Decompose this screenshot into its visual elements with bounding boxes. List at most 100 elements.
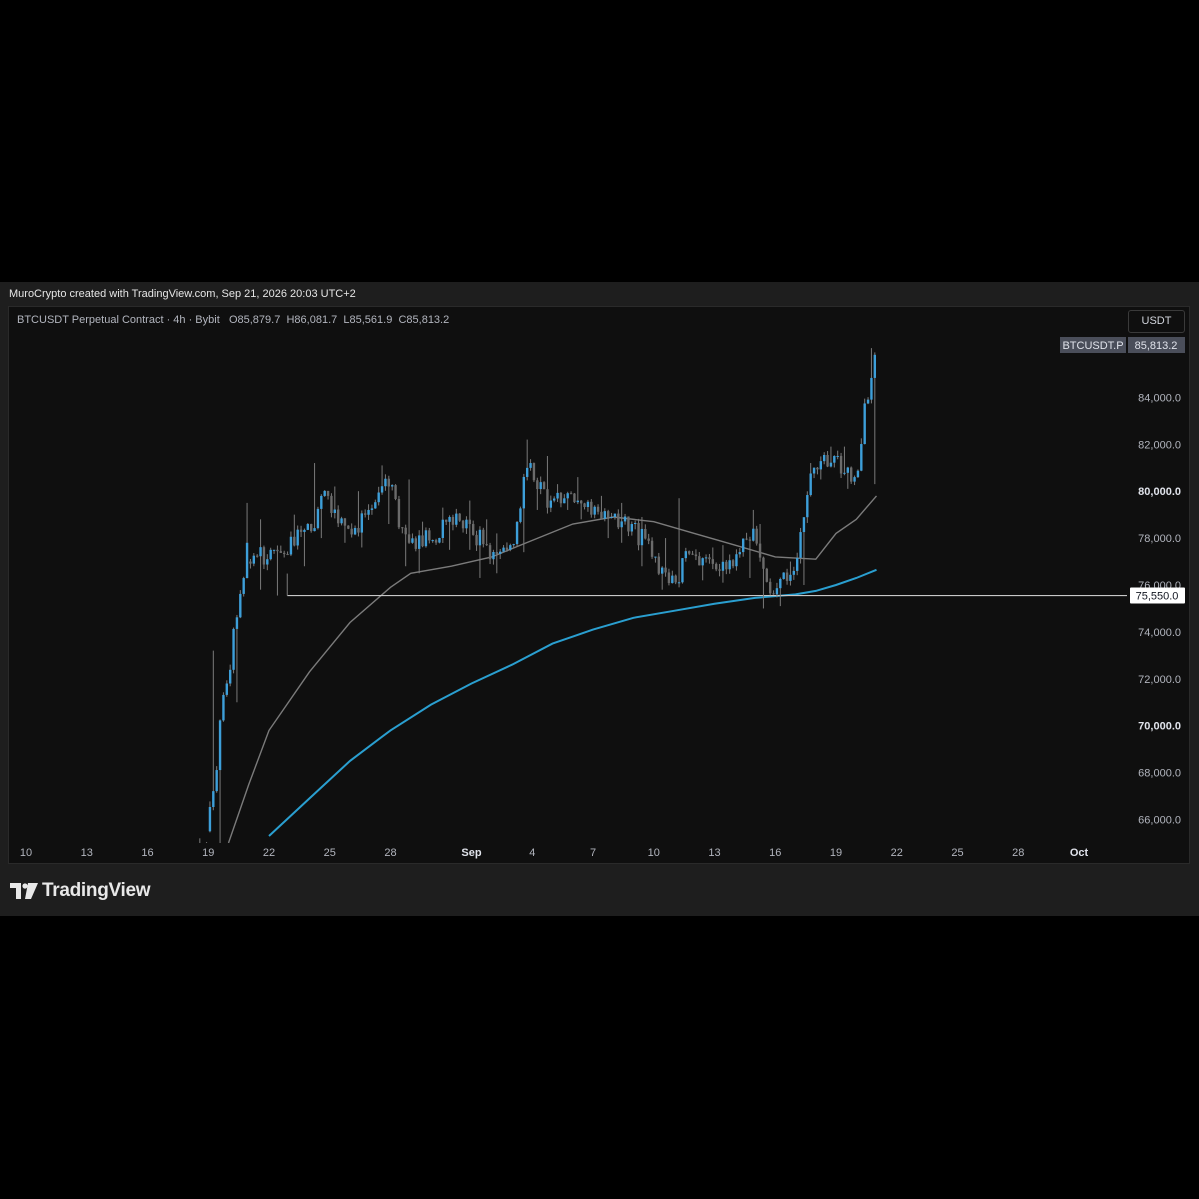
candle-body	[387, 478, 391, 487]
currency-selector[interactable]: USDT	[1128, 310, 1185, 333]
candle-body	[603, 511, 607, 519]
candle-body	[255, 555, 259, 557]
candle-body	[809, 473, 812, 496]
candle-body	[748, 539, 752, 541]
low-value: 85,561.9	[349, 314, 393, 326]
candle-body	[390, 485, 394, 487]
candle-body	[441, 519, 445, 538]
candle-body	[779, 578, 782, 589]
candle-body	[269, 549, 272, 560]
candle-body	[657, 556, 661, 574]
candle-body	[397, 499, 401, 528]
candle-body	[789, 574, 792, 581]
candle-body	[492, 552, 495, 560]
price-chart[interactable]: 66,000.0 68,000.0 70,000.0 72,000.0 74,000.0…	[9, 307, 1189, 863]
x-axis-tick: Oct	[1070, 847, 1089, 859]
candle-body	[350, 528, 353, 535]
candle-body	[417, 535, 421, 549]
candle-body	[340, 518, 343, 524]
candle-body	[637, 522, 640, 546]
candle-body	[721, 561, 725, 571]
candle-body	[782, 572, 785, 579]
ticker-tag: BTCUSDT.P	[1062, 340, 1123, 352]
high-value: 86,081.7	[294, 314, 338, 326]
candle-body	[259, 547, 262, 557]
candle-body	[714, 563, 718, 570]
candle-body	[671, 575, 674, 584]
candle-body	[509, 545, 512, 550]
tradingview-logo-icon	[10, 883, 38, 899]
candle-body	[762, 557, 765, 569]
chart-panel[interactable]: 66,000.0 68,000.0 70,000.0 72,000.0 74,000.0…	[8, 306, 1190, 864]
candle-body	[293, 536, 296, 546]
candle-body	[522, 476, 526, 509]
candle-body	[347, 525, 350, 529]
candle-body	[222, 694, 225, 721]
candle-body	[428, 530, 431, 541]
candle-body	[647, 538, 650, 541]
candle-body	[239, 593, 242, 618]
candle-body	[674, 575, 677, 583]
candle-body	[488, 545, 492, 560]
x-axis-tick: 28	[384, 847, 396, 859]
candle-body	[525, 467, 529, 477]
candle-body	[586, 501, 590, 508]
tradingview-logo: TradingView	[10, 880, 151, 902]
candle-body	[478, 529, 482, 546]
candle-body	[539, 482, 542, 490]
chart-frame: MuroCrypto created with TradingView.com,…	[0, 282, 1199, 916]
candle-body	[225, 683, 229, 695]
candle-body	[468, 519, 472, 525]
candle-body	[218, 720, 222, 771]
candle-body	[644, 528, 647, 539]
candle-body	[745, 538, 748, 540]
y-axis-tick: 80,000.0	[1138, 486, 1181, 498]
candle-body	[444, 519, 448, 522]
candle-body	[313, 528, 316, 532]
candle-body	[563, 498, 566, 504]
candle-body	[846, 467, 850, 473]
candle-body	[775, 588, 779, 595]
candle-body	[199, 856, 201, 862]
candle-body	[353, 527, 357, 535]
candle-body	[455, 513, 458, 525]
candle-body	[498, 551, 502, 554]
candle-body	[843, 472, 846, 474]
candle-body	[826, 454, 829, 467]
candle-body	[802, 517, 806, 533]
candle-body	[495, 552, 499, 554]
candle-body	[370, 508, 374, 510]
candle-body	[232, 628, 235, 670]
candle-body	[860, 444, 863, 471]
candle-body	[752, 528, 755, 541]
x-axis-tick: 22	[891, 847, 903, 859]
candle-body	[822, 454, 826, 462]
candle-body	[833, 456, 836, 463]
candle-body	[633, 522, 637, 525]
x-axis-tick: 13	[708, 847, 720, 859]
x-axis-tick: 22	[263, 847, 275, 859]
candle-body	[249, 561, 252, 564]
x-axis-tick: 28	[1012, 847, 1024, 859]
candle-body	[546, 489, 549, 508]
close-value: 85,813.2	[406, 314, 450, 326]
candle-body	[795, 557, 799, 571]
candle-body	[576, 500, 580, 503]
x-axis-tick: 19	[202, 847, 214, 859]
last-price-tag: 85,813.2	[1135, 340, 1178, 352]
candle-body	[735, 554, 738, 567]
x-axis-tick: 4	[529, 847, 535, 859]
candle-body	[667, 572, 671, 584]
candle-body	[573, 493, 576, 503]
candle-body	[502, 547, 505, 552]
candle-body	[299, 529, 303, 532]
candle-body	[374, 502, 377, 509]
candle-body	[856, 470, 860, 478]
candle-body	[579, 500, 583, 504]
candle-body	[849, 467, 853, 482]
candle-body	[303, 529, 306, 532]
candle-body	[512, 544, 515, 546]
ma-slow-line	[268, 568, 877, 837]
candle-body	[471, 524, 475, 535]
candle-body	[650, 540, 654, 557]
